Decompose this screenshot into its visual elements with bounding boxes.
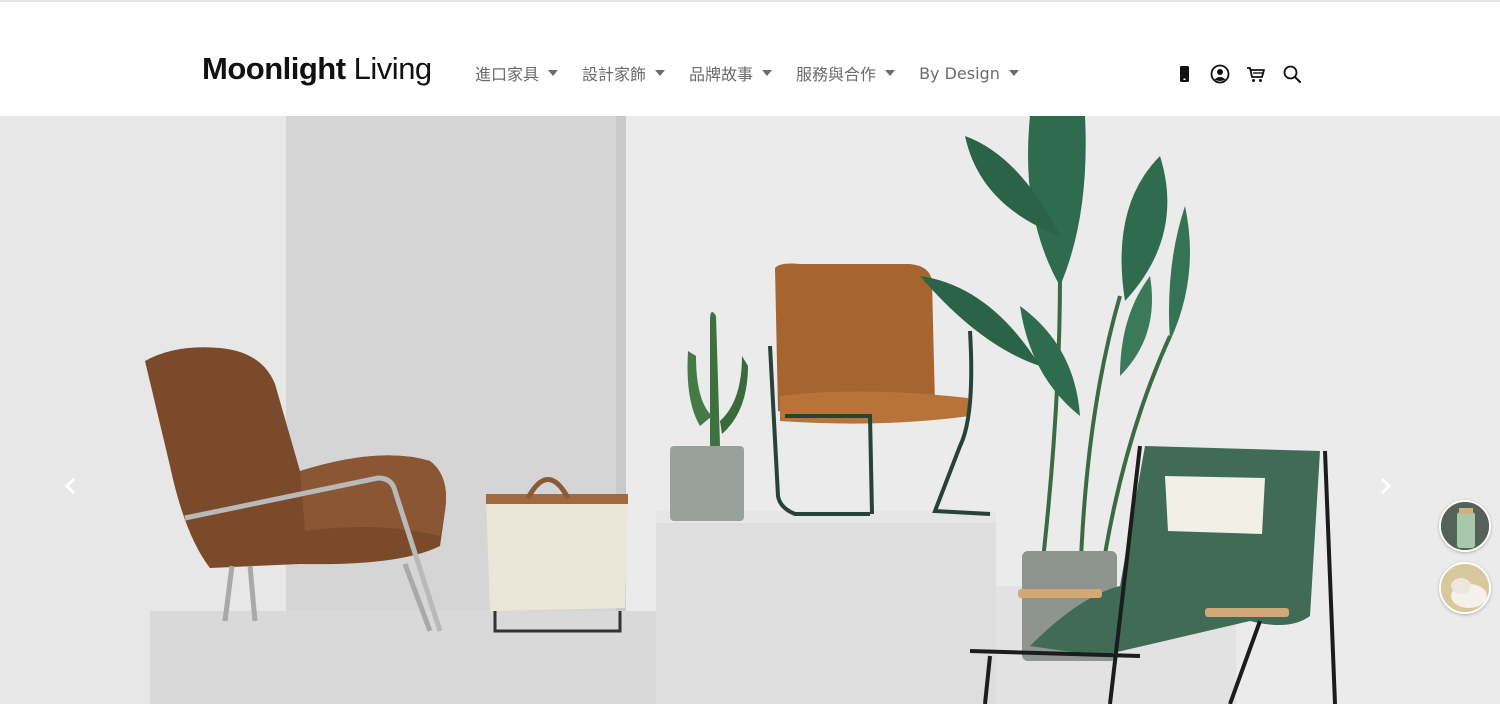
caret-down-icon xyxy=(548,70,559,76)
chevron-left-icon xyxy=(64,477,76,495)
user-account-icon[interactable] xyxy=(1208,62,1232,86)
carousel-prev-button[interactable] xyxy=(56,471,86,501)
caret-down-icon xyxy=(1008,70,1019,76)
mobile-phone-icon[interactable] xyxy=(1172,62,1196,86)
brand-logo[interactable]: Moonlight Living xyxy=(202,53,432,84)
product-thumbnail[interactable] xyxy=(1439,562,1491,614)
nav-label: 服務與合作 xyxy=(796,65,877,84)
site-header: Moonlight Living 進口家具 設計家飾 品牌故事 服務與合作 By… xyxy=(0,2,1500,116)
main-nav: 進口家具 設計家飾 品牌故事 服務與合作 By Design xyxy=(475,60,1043,86)
hero-carousel xyxy=(0,116,1500,704)
nav-design-decor[interactable]: 設計家飾 xyxy=(582,61,666,85)
nav-imported-furniture[interactable]: 進口家具 xyxy=(475,61,559,85)
chevron-right-icon xyxy=(1380,477,1392,495)
logo-bold-text: Moonlight xyxy=(202,51,346,86)
caret-down-icon xyxy=(655,70,666,76)
nav-services[interactable]: 服務與合作 xyxy=(796,61,896,85)
search-icon[interactable] xyxy=(1280,62,1304,86)
header-icons xyxy=(1172,62,1316,86)
caret-down-icon xyxy=(762,70,773,76)
nav-label: By Design xyxy=(919,63,1000,83)
nav-by-design[interactable]: By Design xyxy=(919,64,1019,83)
carousel-next-button[interactable] xyxy=(1370,471,1400,501)
product-thumbnail[interactable] xyxy=(1439,500,1491,552)
shopping-cart-icon[interactable] xyxy=(1244,62,1268,86)
nav-label: 設計家飾 xyxy=(582,65,647,84)
hero-image xyxy=(0,116,1500,704)
caret-down-icon xyxy=(885,70,896,76)
nav-brand-story[interactable]: 品牌故事 xyxy=(689,61,773,85)
logo-light-text: Living xyxy=(345,51,433,86)
nav-label: 品牌故事 xyxy=(689,65,754,84)
nav-label: 進口家具 xyxy=(475,65,540,84)
